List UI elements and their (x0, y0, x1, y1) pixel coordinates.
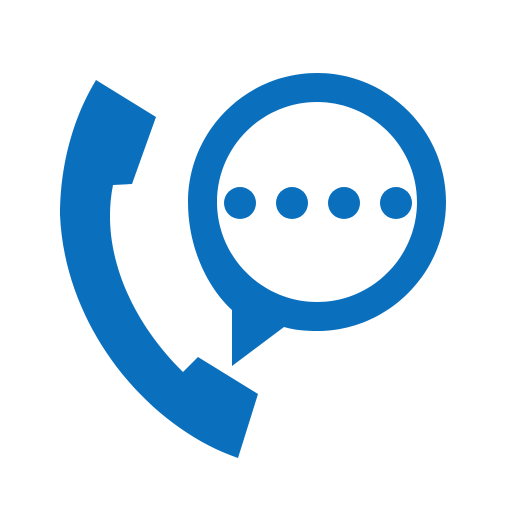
speech-bubble-icon (188, 73, 446, 366)
typing-dot (328, 187, 360, 219)
typing-dot (224, 187, 256, 219)
typing-dots-icon (224, 187, 412, 219)
app-icon-canvas (0, 0, 512, 512)
phone-chat-icon (60, 73, 446, 458)
typing-dot (276, 187, 308, 219)
typing-dot (380, 187, 412, 219)
